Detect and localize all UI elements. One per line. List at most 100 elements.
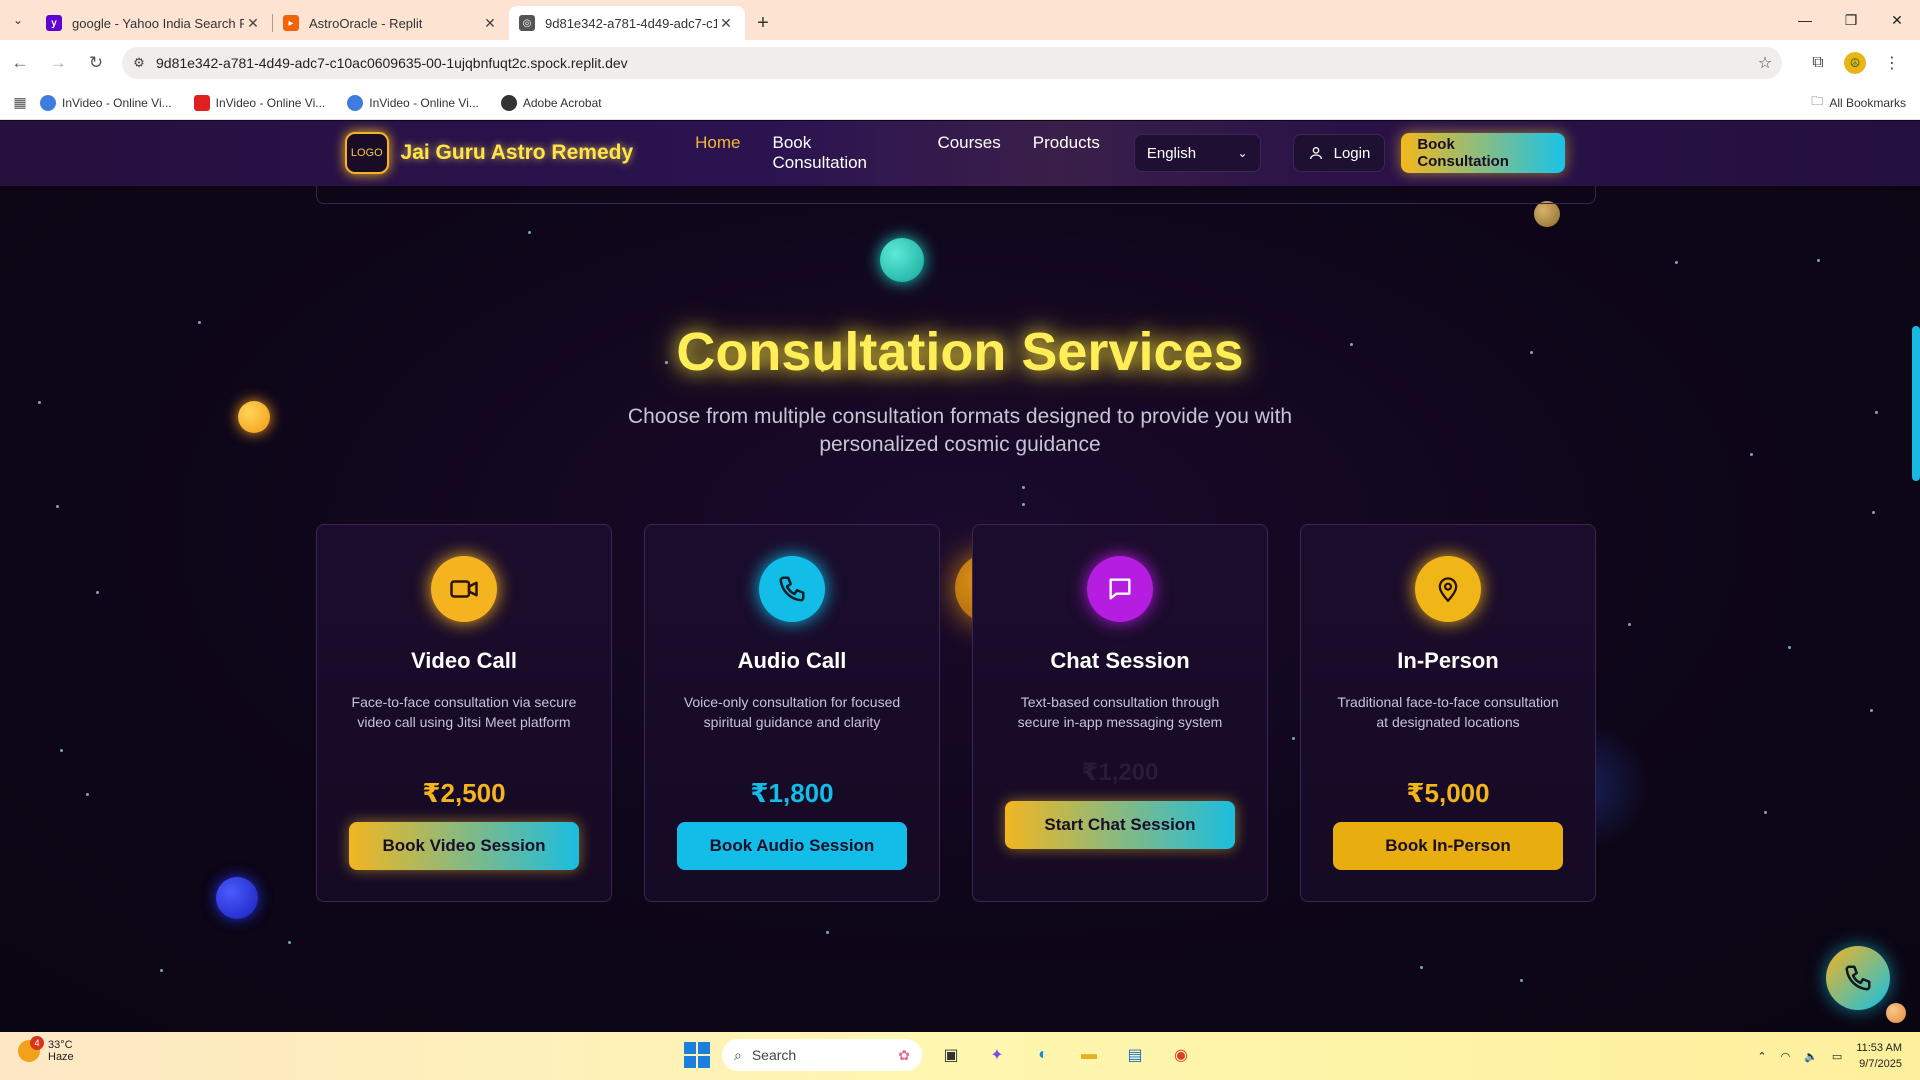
star <box>96 591 99 594</box>
card-price: ₹1,200 <box>1081 759 1159 786</box>
orange-planet <box>238 401 270 433</box>
task-view-icon[interactable]: ▣ <box>934 1038 968 1072</box>
forward-arrow-icon[interactable]: → <box>40 45 76 81</box>
battery-icon[interactable]: ▭ <box>1832 1050 1842 1063</box>
site-logo[interactable]: LOGO <box>345 132 389 174</box>
book-video-session-button[interactable]: Book Video Session <box>349 822 579 870</box>
star <box>528 231 531 234</box>
bookmark-label: InVideo - Online Vi... <box>369 95 479 110</box>
gold-planet <box>1534 201 1560 227</box>
card-description: Face-to-face consultation via secure vid… <box>351 694 577 730</box>
all-bookmarks[interactable]: 🗀 All Bookmarks <box>1811 92 1906 113</box>
notification-badge: 4 <box>30 1036 44 1050</box>
card-description: Voice-only consultation for focused spir… <box>683 694 901 730</box>
url-text[interactable]: 9d81e342-a781-4d49-adc7-c10ac0609635-00-… <box>156 55 1748 71</box>
menu-kebab-icon[interactable]: ⋮ <box>1874 45 1910 81</box>
clock[interactable]: 11:53 AM 9/7/2025 <box>1856 1040 1902 1072</box>
tab-active-site[interactable]: ◎ 9d81e342-a781-4d49-adc7-c10 ✕ <box>509 6 745 40</box>
page-scrollbar[interactable] <box>1912 326 1920 481</box>
header-book-consultation-button[interactable]: Book Consultation <box>1401 133 1565 173</box>
star <box>1817 259 1820 262</box>
browser-toolbar: ← → ↻ ⚙ 9d81e342-a781-4d49-adc7-c10ac060… <box>0 40 1920 86</box>
language-select[interactable]: English ⌄ <box>1133 134 1261 172</box>
back-arrow-icon[interactable]: ← <box>2 45 38 81</box>
file-explorer-icon[interactable]: ▬ <box>1072 1038 1106 1072</box>
nav-courses[interactable]: Courses <box>937 133 1000 173</box>
store-icon[interactable]: ▤ <box>1118 1038 1152 1072</box>
card-price: ₹5,000 <box>1406 778 1490 808</box>
nav-products[interactable]: Products <box>1033 133 1100 173</box>
close-icon[interactable]: ✕ <box>481 15 499 32</box>
site-info-icon[interactable]: ⚙ <box>122 55 156 71</box>
card-title: Audio Call <box>737 648 847 673</box>
tab-replit[interactable]: ▸ AstroOracle - Replit ✕ <box>273 6 509 40</box>
card-description: Text-based consultation through secure i… <box>1017 694 1223 730</box>
bookmark-item[interactable]: InVideo - Online Vi... <box>347 94 479 111</box>
nav-home[interactable]: Home <box>695 133 740 173</box>
card-chat-session: Chat Session Text-based consultation thr… <box>972 524 1268 902</box>
language-value: English <box>1146 144 1197 162</box>
copilot-icon[interactable]: ✦ <box>980 1038 1014 1072</box>
previous-section-edge <box>316 186 1596 204</box>
close-window-button[interactable]: ✕ <box>1874 0 1920 40</box>
login-button[interactable]: Login <box>1292 134 1386 172</box>
chrome-icon[interactable]: ◉ <box>1164 1038 1198 1072</box>
search-icon: ⌕ <box>734 1046 742 1063</box>
book-audio-session-button[interactable]: Book Audio Session <box>677 822 907 870</box>
tab-title: 9d81e342-a781-4d49-adc7-c10 <box>545 15 717 31</box>
close-icon[interactable]: ✕ <box>244 15 262 32</box>
user-icon <box>1309 147 1322 160</box>
star <box>160 969 163 972</box>
nav-book-consultation[interactable]: Book Consultation <box>773 133 906 173</box>
bookmark-item[interactable]: InVideo - Online Vi... <box>193 94 325 111</box>
main-nav: Home Book Consultation Courses Products <box>695 133 1100 173</box>
edge-icon[interactable]: ◐ <box>1026 1038 1060 1072</box>
reload-icon[interactable]: ↻ <box>78 45 114 81</box>
bookmark-star-icon[interactable]: ☆ <box>1748 53 1782 73</box>
small-orange-planet <box>1886 1003 1906 1023</box>
temperature: 33°C <box>48 1039 73 1051</box>
profile-avatar[interactable]: ☮ <box>1844 52 1866 74</box>
extensions-icon[interactable]: ⧉ <box>1800 45 1836 81</box>
star <box>826 931 829 934</box>
address-bar[interactable]: ⚙ 9d81e342-a781-4d49-adc7-c10ac0609635-0… <box>122 47 1782 79</box>
star <box>1675 261 1678 264</box>
map-pin-icon <box>1415 556 1481 622</box>
new-tab-button[interactable]: + <box>745 6 781 40</box>
star <box>60 749 63 752</box>
section-subtitle: Choose from multiple consultation format… <box>627 405 1293 456</box>
phone-icon <box>1845 965 1871 991</box>
book-in-person-button[interactable]: Book In-Person <box>1333 822 1563 870</box>
bookmark-item[interactable]: InVideo - Online Vi... <box>40 94 172 111</box>
restore-button[interactable]: ❐ <box>1828 0 1874 40</box>
star <box>1750 453 1753 456</box>
weather-widget[interactable]: 4 33°C Haze <box>18 1036 74 1063</box>
close-icon[interactable]: ✕ <box>717 15 735 32</box>
date: 9/7/2025 <box>1859 1058 1902 1070</box>
tab-yahoo[interactable]: y google - Yahoo India Search Re ✕ <box>36 6 272 40</box>
tab-search-icon[interactable]: ⌄ <box>0 0 36 40</box>
window-controls: — ❐ ✕ <box>1782 0 1920 40</box>
star <box>86 793 89 796</box>
volume-icon[interactable]: 🔈 <box>1804 1050 1818 1063</box>
windows-start-icon[interactable] <box>684 1042 710 1068</box>
video-camera-icon <box>431 556 497 622</box>
card-in-person: In-Person Traditional face-to-face consu… <box>1300 524 1596 902</box>
time: 11:53 AM <box>1856 1042 1902 1054</box>
invideo-icon <box>40 94 56 111</box>
minimize-button[interactable]: — <box>1782 0 1828 40</box>
consultation-cards: Video Call Face-to-face consultation via… <box>316 524 1596 902</box>
teal-planet <box>880 238 924 282</box>
chevron-up-icon[interactable]: ⌃ <box>1757 1050 1766 1063</box>
card-title: Video Call <box>411 648 517 673</box>
floating-call-button[interactable] <box>1826 946 1890 1010</box>
bookmark-item[interactable]: Adobe Acrobat <box>500 94 602 111</box>
taskbar-search[interactable]: ⌕ Search ✿ <box>722 1039 922 1071</box>
card-video-call: Video Call Face-to-face consultation via… <box>316 524 612 902</box>
card-audio-call: Audio Call Voice-only consultation for f… <box>644 524 940 902</box>
wifi-icon[interactable]: ◠ <box>1781 1050 1791 1063</box>
start-chat-session-button[interactable]: Start Chat Session <box>1005 801 1235 849</box>
brand-name[interactable]: Jai Guru Astro Remedy <box>401 141 634 165</box>
apps-grid-icon[interactable]: ▦ <box>0 94 40 111</box>
tab-title: google - Yahoo India Search Re <box>72 15 244 31</box>
